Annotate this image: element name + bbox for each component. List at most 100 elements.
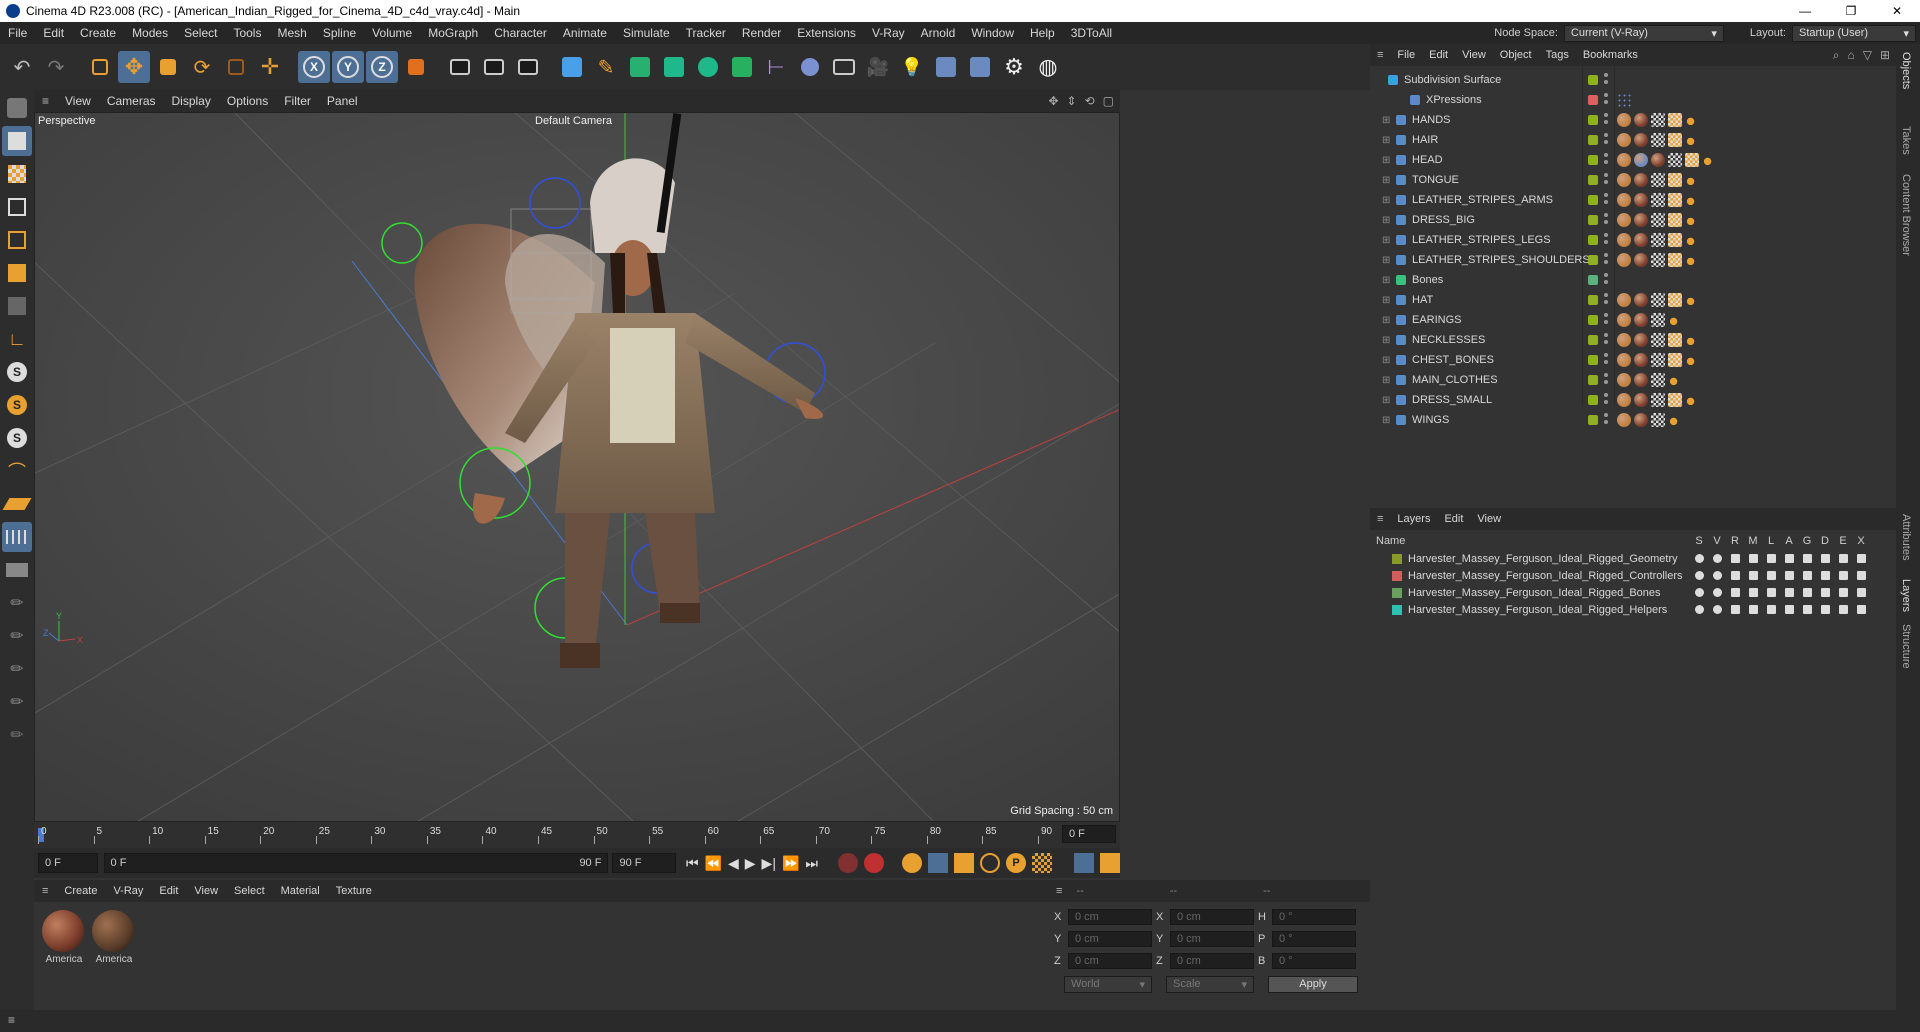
obj-menu-edit[interactable]: Edit: [1422, 49, 1455, 61]
uv-mode-button[interactable]: [2, 291, 32, 321]
material-tag-icon[interactable]: [1617, 293, 1631, 307]
menu-vray[interactable]: V-Ray: [864, 26, 913, 40]
python-button[interactable]: [930, 51, 962, 83]
selection-tag-icon[interactable]: [1685, 393, 1699, 407]
layer-x-toggle-icon[interactable]: [1852, 587, 1870, 599]
layer-play-toggle-icon[interactable]: [1780, 604, 1798, 616]
layer-circle-toggle-icon[interactable]: [1690, 570, 1708, 582]
auto-key-button[interactable]: [864, 853, 884, 873]
size-x-field[interactable]: 0 cm: [1170, 909, 1254, 925]
hamburger-icon[interactable]: ≡: [1370, 49, 1390, 61]
render-visibility-dots[interactable]: [1604, 173, 1608, 187]
expand-icon[interactable]: ⊞: [1382, 375, 1390, 386]
frame-range-slider[interactable]: 0 F 90 F: [103, 853, 609, 873]
layer-expr-toggle-icon[interactable]: [1834, 604, 1852, 616]
material-tag-icon[interactable]: [1617, 393, 1631, 407]
visibility-toggle[interactable]: [1588, 255, 1598, 265]
expand-icon[interactable]: ⊞: [1382, 175, 1390, 186]
maximize-button[interactable]: ❐: [1828, 0, 1874, 22]
deformer-button[interactable]: ⊢: [760, 51, 792, 83]
menu-mesh[interactable]: Mesh: [269, 26, 314, 40]
layer-flag-header[interactable]: M: [1744, 535, 1762, 547]
expand-icon[interactable]: ⊞: [1382, 395, 1390, 406]
expand-icon[interactable]: ⊞: [1382, 215, 1390, 226]
selection-tag-icon[interactable]: [1685, 293, 1699, 307]
rotate-button[interactable]: ⟳: [186, 51, 218, 83]
selection-tag-icon[interactable]: [1685, 113, 1699, 127]
end-frame-field[interactable]: 90 F: [612, 853, 676, 873]
extra-tool-button[interactable]: ✏: [2, 720, 32, 750]
texture-mode-button[interactable]: [2, 159, 32, 189]
material-tag-icon[interactable]: [1617, 373, 1631, 387]
material-tag-icon[interactable]: [1634, 353, 1648, 367]
render-visibility-dots[interactable]: [1604, 273, 1608, 287]
menu-create[interactable]: Create: [72, 26, 124, 40]
visibility-toggle[interactable]: [1588, 215, 1598, 225]
rotation-h-field[interactable]: 0 °: [1272, 909, 1356, 925]
camera-label[interactable]: Default Camera: [535, 115, 612, 127]
object-row[interactable]: ⊞ LEATHER_STRIPES_SHOULDERS: [1370, 250, 1896, 270]
visibility-toggle[interactable]: [1588, 415, 1598, 425]
layout-dropdown[interactable]: Startup (User) ▾: [1792, 24, 1916, 42]
texture-tag-icon[interactable]: [1651, 213, 1665, 227]
motion-clip-button[interactable]: [1100, 853, 1120, 873]
visibility-toggle[interactable]: [1588, 315, 1598, 325]
tab-layers[interactable]: Layers: [1900, 579, 1912, 612]
material-tag-icon[interactable]: [1634, 153, 1648, 167]
zoom-icon[interactable]: ⇕: [1067, 94, 1077, 108]
expand-icon[interactable]: ⊞: [1382, 135, 1390, 146]
object-row[interactable]: ⊞ HAT: [1370, 290, 1896, 310]
apply-button[interactable]: Apply: [1268, 975, 1358, 993]
uvw-tag-icon[interactable]: [1668, 293, 1682, 307]
menu-character[interactable]: Character: [486, 26, 555, 40]
layer-circle-toggle-icon[interactable]: [1690, 553, 1708, 565]
move-button[interactable]: ✥: [118, 51, 150, 83]
live-selection-button[interactable]: [84, 51, 116, 83]
viewport-menu-panel[interactable]: Panel: [319, 94, 366, 108]
selection-tag-icon[interactable]: [1685, 173, 1699, 187]
object-row[interactable]: ⊞ WINGS: [1370, 410, 1896, 430]
z-axis-button[interactable]: Z: [366, 51, 398, 83]
render-visibility-dots[interactable]: [1604, 93, 1608, 107]
layer-def-toggle-icon[interactable]: [1816, 604, 1834, 616]
hamburger-icon[interactable]: ≡: [34, 94, 57, 108]
timeline-ruler[interactable]: 0 5 10 15 20 25 30 35 40 45 50 55 60 65 70 75 80 85 90 0 F: [34, 822, 1120, 848]
layer-play-toggle-icon[interactable]: [1780, 553, 1798, 565]
render-visibility-dots[interactable]: [1604, 393, 1608, 407]
expand-icon[interactable]: ⊞: [1382, 315, 1390, 326]
visibility-toggle[interactable]: [1588, 95, 1598, 105]
layer-man-toggle-icon[interactable]: [1744, 604, 1762, 616]
quantize-button[interactable]: S: [2, 423, 32, 453]
layer-row[interactable]: Harvester_Massey_Ferguson_Ideal_Rigged_G…: [1370, 550, 1896, 567]
selection-tag-icon[interactable]: [1668, 313, 1682, 327]
snap-button[interactable]: S: [2, 357, 32, 387]
layer-gen-toggle-icon[interactable]: [1798, 570, 1816, 582]
layer-eye-toggle-icon[interactable]: [1708, 553, 1726, 565]
go-to-start-button[interactable]: ⏮: [686, 855, 699, 872]
layer-circle-toggle-icon[interactable]: [1690, 587, 1708, 599]
layer-row[interactable]: Harvester_Massey_Ferguson_Ideal_Rigged_C…: [1370, 567, 1896, 584]
visibility-toggle[interactable]: [1588, 135, 1598, 145]
render-visibility-dots[interactable]: [1604, 233, 1608, 247]
tab-structure[interactable]: Structure: [1900, 624, 1912, 669]
selection-tag-icon[interactable]: [1685, 233, 1699, 247]
obj-menu-bookmarks[interactable]: Bookmarks: [1576, 49, 1645, 61]
layer-row[interactable]: Harvester_Massey_Ferguson_Ideal_Rigged_B…: [1370, 584, 1896, 601]
layer-flag-header[interactable]: V: [1708, 535, 1726, 547]
render-visibility-dots[interactable]: [1604, 373, 1608, 387]
pan-icon[interactable]: ✥: [1048, 94, 1058, 108]
polygon-mode-button[interactable]: [2, 258, 32, 288]
render-visibility-dots[interactable]: [1604, 213, 1608, 227]
layer-lock-toggle-icon[interactable]: [1762, 587, 1780, 599]
menu-tools[interactable]: Tools: [225, 26, 269, 40]
material-tag-icon[interactable]: [1634, 193, 1648, 207]
material-tag-icon[interactable]: [1634, 253, 1648, 267]
object-row[interactable]: XPressions: [1370, 90, 1896, 110]
menu-file[interactable]: File: [0, 26, 35, 40]
home-icon[interactable]: ⌂: [1847, 48, 1854, 63]
position-x-field[interactable]: 0 cm: [1068, 909, 1152, 925]
material-tag-icon[interactable]: [1634, 333, 1648, 347]
next-frame-button[interactable]: ▶|: [762, 855, 776, 872]
selection-tag-icon[interactable]: [1685, 213, 1699, 227]
layer-x-toggle-icon[interactable]: [1852, 553, 1870, 565]
